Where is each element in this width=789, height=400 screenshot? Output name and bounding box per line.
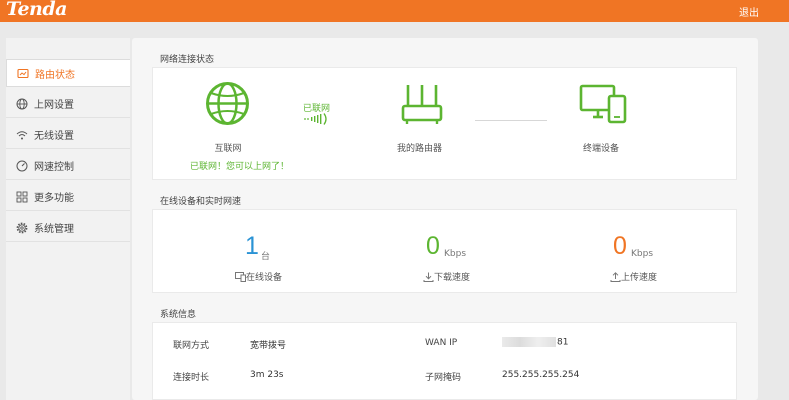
- wan-ip-value: 81: [502, 337, 568, 348]
- section-title-network: 网络连接状态: [160, 55, 215, 65]
- grid-icon: [16, 191, 28, 203]
- download-speed-unit: Kbps: [444, 249, 467, 259]
- realtime-card: 1 台 在线设备 0 Kbps 下载速度 0 Kbps 上传速度: [152, 209, 737, 293]
- section-title-sysinfo: 系统信息: [160, 310, 197, 320]
- sidebar-item-label: 上网设置: [34, 100, 74, 111]
- sidebar-item-wireless-settings[interactable]: 无线设置: [6, 121, 130, 149]
- redacted-block: [502, 337, 556, 347]
- sidebar-item-speed-control[interactable]: 网速控制: [6, 152, 130, 180]
- terminal-devices-label: 终端设备: [583, 144, 620, 154]
- online-devices-count: 1: [245, 232, 259, 260]
- router-icon: [401, 85, 443, 124]
- online-devices-unit: 台: [261, 252, 271, 262]
- wan-ip-label: WAN IP: [425, 338, 458, 348]
- sidebar-item-internet-settings[interactable]: 上网设置: [6, 90, 130, 118]
- download-speed-value: 0: [426, 232, 440, 260]
- upload-speed-value: 0: [613, 232, 627, 260]
- connection-type-label: 联网方式: [173, 341, 210, 351]
- sidebar-item-label: 网速控制: [34, 162, 74, 173]
- sidebar-item-system-management[interactable]: 系统管理: [6, 214, 130, 242]
- sidebar-item-label: 路由状态: [35, 69, 75, 81]
- sidebar-item-more-features[interactable]: 更多功能: [6, 183, 130, 211]
- logout-link[interactable]: 退出: [739, 4, 759, 19]
- connection-type-value: 宽带拨号: [250, 341, 287, 351]
- signal-arrow-icon: [304, 113, 327, 125]
- network-status-card: 互联网 已联网！您可以上网了！ 已联网 我的路由器 终端设备: [152, 67, 737, 180]
- wifi-icon: [16, 131, 28, 140]
- section-title-realtime: 在线设备和实时网速: [160, 197, 242, 207]
- gauge-icon: [16, 160, 28, 172]
- download-icon: [423, 272, 434, 282]
- globe-icon: [206, 82, 249, 125]
- main-panel: 网络连接状态 互联网 已联网！您可以上网了！ 已联网 我的路由器 终端设备 在线…: [132, 38, 758, 400]
- sidebar-item-label: 更多功能: [34, 193, 74, 204]
- globe-icon: [16, 98, 28, 110]
- online-devices-label: 在线设备: [235, 270, 282, 283]
- sidebar-item-router-status[interactable]: 路由状态: [6, 59, 130, 87]
- download-speed-label: 下载速度: [423, 270, 470, 283]
- sysinfo-card: 联网方式 宽带拨号 WAN IP 81 连接时长 3m 23s 子网掩码 255…: [152, 322, 737, 400]
- internet-status-text: 已联网！您可以上网了！: [190, 162, 290, 172]
- sidebar-item-label: 无线设置: [34, 131, 74, 142]
- sidebar-item-label: 系统管理: [34, 224, 74, 235]
- top-bar: Tenda 退出: [0, 0, 789, 22]
- terminal-devices-icon: [579, 84, 627, 124]
- connection-line: [475, 120, 547, 121]
- sidebar: 路由状态 上网设置 无线设置 网速控制 更多功能 系统管理: [6, 38, 130, 400]
- subnet-mask-label: 子网掩码: [425, 373, 462, 383]
- upload-speed-unit: Kbps: [631, 249, 654, 259]
- upload-speed-label: 上传速度: [610, 270, 657, 283]
- upload-icon: [610, 271, 621, 282]
- monitor-icon: [235, 271, 246, 282]
- router-label: 我的路由器: [397, 144, 443, 154]
- connection-duration-value: 3m 23s: [250, 370, 284, 380]
- internet-label: 互联网: [214, 144, 242, 154]
- monitor-icon: [17, 68, 29, 79]
- tenda-logo: Tenda: [6, 0, 67, 20]
- gear-icon: [16, 222, 28, 234]
- subnet-mask-value: 255.255.255.254: [502, 370, 580, 380]
- connection-duration-label: 连接时长: [173, 373, 210, 383]
